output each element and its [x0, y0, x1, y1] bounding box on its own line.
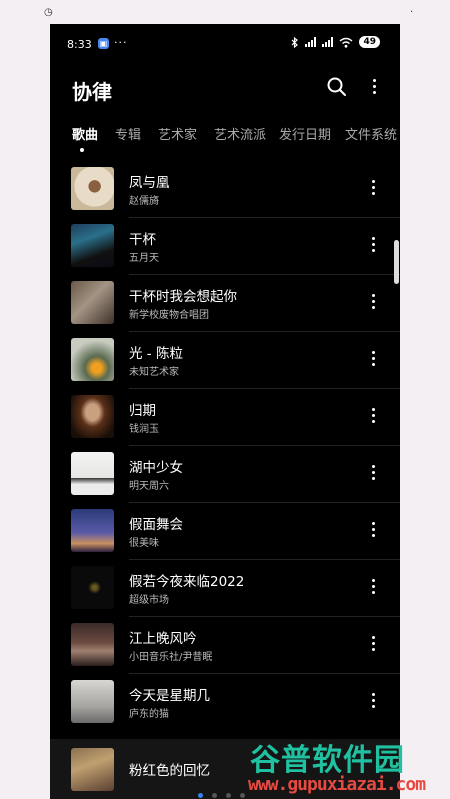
song-title: 假面舞会 — [129, 517, 183, 533]
album-cover — [71, 566, 114, 609]
tab-file-system[interactable]: 文件系统 — [345, 124, 397, 143]
list-item[interactable]: 湖中少女 明天周六 — [50, 446, 400, 503]
bluetooth-icon — [292, 36, 299, 48]
clock-icon: ◷ — [44, 7, 53, 18]
list-item[interactable]: 凤与凰 赵儒旖 — [50, 161, 400, 218]
app-header: 协律 — [50, 72, 400, 112]
notification-app-icon: ▣ — [98, 38, 109, 49]
album-cover — [71, 167, 114, 210]
song-artist: 新学校废物合唱团 — [129, 310, 209, 321]
status-more-indicator: ··· — [114, 36, 128, 49]
song-artist: 五月天 — [129, 253, 159, 264]
signal-icon — [305, 37, 317, 47]
song-artist: 钱润玉 — [129, 424, 159, 435]
status-time: 8:33 — [67, 38, 92, 51]
more-vertical-icon[interactable] — [366, 519, 380, 544]
album-cover — [71, 338, 114, 381]
album-cover — [71, 452, 114, 495]
song-title: 今天是星期几 — [129, 688, 210, 704]
album-cover — [71, 224, 114, 267]
more-vertical-icon[interactable] — [366, 348, 380, 373]
phone-screen: 8:33 ▣ ··· 49 协律 歌曲 专辑 艺术家 艺术流派 发行日期 文件系… — [50, 24, 400, 799]
battery-icon: 49 — [359, 36, 380, 48]
wifi-icon — [340, 37, 353, 48]
album-cover — [71, 623, 114, 666]
more-vertical-icon[interactable] — [366, 576, 380, 601]
list-item[interactable]: 光 - 陈粒 未知艺术家 — [50, 332, 400, 389]
more-vertical-icon[interactable] — [366, 462, 380, 487]
song-title: 凤与凰 — [129, 175, 170, 191]
now-playing-cover — [71, 748, 114, 791]
album-cover — [71, 680, 114, 723]
song-artist: 庐东的猫 — [129, 709, 169, 720]
page-indicator — [198, 793, 245, 798]
more-vertical-icon[interactable] — [366, 633, 380, 658]
song-artist: 很美味 — [129, 538, 159, 549]
watermark-title: 谷普软件园 — [250, 743, 405, 778]
tab-active-indicator — [80, 148, 84, 152]
tab-genres[interactable]: 艺术流派 — [214, 124, 266, 143]
song-artist: 赵儒旖 — [129, 196, 159, 207]
tab-artists[interactable]: 艺术家 — [158, 124, 197, 143]
list-item[interactable]: 假若今夜来临2022 超级市场 — [50, 560, 400, 617]
list-item[interactable]: 干杯时我会想起你 新学校废物合唱团 — [50, 275, 400, 332]
list-item[interactable]: 今天是星期几 庐东的猫 — [50, 674, 400, 731]
now-playing-title: 粉红色的回忆 — [129, 763, 210, 779]
more-vertical-icon[interactable] — [364, 76, 384, 101]
song-title: 江上晚风吟 — [129, 631, 197, 647]
search-button[interactable] — [326, 76, 348, 98]
tab-release-date[interactable]: 发行日期 — [279, 124, 331, 143]
song-title: 光 - 陈粒 — [129, 346, 183, 362]
watermark: 谷普软件园 www.gupuxiazai.com — [244, 735, 450, 799]
song-title: 干杯 — [129, 232, 156, 248]
app-title: 协律 — [72, 80, 112, 104]
song-title: 干杯时我会想起你 — [129, 289, 237, 305]
more-vertical-icon[interactable] — [366, 177, 380, 202]
song-title: 湖中少女 — [129, 460, 183, 476]
list-item[interactable]: 假面舞会 很美味 — [50, 503, 400, 560]
song-title: 假若今夜来临2022 — [129, 574, 245, 590]
list-item[interactable]: 归期 钱润玉 — [50, 389, 400, 446]
song-title: 归期 — [129, 403, 156, 419]
list-item[interactable]: 干杯 五月天 — [50, 218, 400, 275]
list-item[interactable]: 江上晚风吟 小田音乐社/尹昔眠 — [50, 617, 400, 674]
album-cover — [71, 281, 114, 324]
more-vertical-icon[interactable] — [366, 291, 380, 316]
scrollbar-thumb[interactable] — [394, 240, 399, 284]
song-artist: 小田音乐社/尹昔眠 — [129, 652, 213, 663]
search-icon — [327, 77, 346, 96]
album-cover — [71, 509, 114, 552]
watermark-url: www.gupuxiazai.com — [248, 774, 426, 795]
signal-icon-2 — [322, 37, 334, 47]
more-vertical-icon[interactable] — [366, 405, 380, 430]
tab-albums[interactable]: 专辑 — [115, 124, 141, 143]
song-artist: 超级市场 — [129, 595, 169, 606]
tab-bar: 歌曲 专辑 艺术家 艺术流派 发行日期 文件系统 — [50, 124, 400, 160]
more-vertical-icon[interactable] — [366, 234, 380, 259]
song-artist: 未知艺术家 — [129, 367, 179, 378]
status-icons: 49 — [291, 36, 380, 48]
album-cover — [71, 395, 114, 438]
outer-status-bar: ◷ · — [0, 0, 450, 24]
status-bar: 8:33 ▣ ··· 49 — [50, 24, 400, 64]
more-vertical-icon[interactable] — [366, 690, 380, 715]
song-artist: 明天周六 — [129, 481, 169, 492]
tab-songs[interactable]: 歌曲 — [72, 124, 98, 143]
screen-indicator-icon: · — [410, 7, 414, 18]
